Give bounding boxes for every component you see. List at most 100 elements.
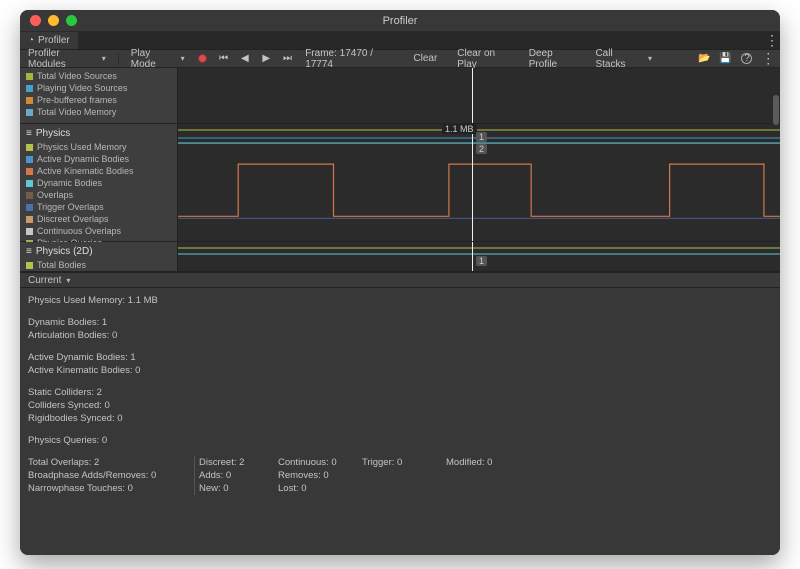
legend-item[interactable]: Trigger Overlaps xyxy=(20,201,177,213)
frame-next-button[interactable]: ▶ xyxy=(259,51,274,67)
frame-prev-button[interactable]: ◀ xyxy=(237,51,252,67)
color-swatch xyxy=(26,204,33,211)
legend-item[interactable]: Dynamic Bodies xyxy=(20,177,177,189)
stopwatch-icon: ◔ xyxy=(28,35,34,46)
row-narrowphase: Narrowphase Touches: 0 New: 0 Lost: 0 xyxy=(28,482,772,495)
legend-label: Playing Video Sources xyxy=(37,82,127,94)
color-swatch xyxy=(26,192,33,199)
legend-item[interactable]: Total Video Sources xyxy=(20,70,177,82)
next-icon: ▶ xyxy=(262,53,270,64)
color-swatch xyxy=(26,85,33,92)
physics-chart[interactable]: 1.1 MB 1 2 xyxy=(178,124,780,241)
legend-item[interactable]: Discreet Overlaps xyxy=(20,213,177,225)
chart-area: Total Video SourcesPlaying Video Sources… xyxy=(20,68,780,272)
legend-label: Total Video Memory xyxy=(37,106,116,118)
module-physics: ≡ Physics Physics Used MemoryActive Dyna… xyxy=(20,124,780,242)
tab-label: Profiler xyxy=(38,35,70,46)
video-legend: Total Video SourcesPlaying Video Sources… xyxy=(20,68,178,123)
color-swatch xyxy=(26,168,33,175)
prev-icon: ◀ xyxy=(241,53,249,64)
legend-label: Continuous Overlaps xyxy=(37,225,121,237)
legend-item[interactable]: Active Dynamic Bodies xyxy=(20,153,177,165)
legend-label: Active Kinematic Bodies xyxy=(37,165,134,177)
module-physics2d: ≡ Physics (2D) Total Bodies 1 xyxy=(20,242,780,272)
color-swatch xyxy=(26,228,33,235)
legend-item[interactable]: Total Video Memory xyxy=(20,106,177,118)
tab-menu-icon[interactable]: ⋮ xyxy=(764,32,780,49)
legend-label: Overlaps xyxy=(37,189,73,201)
help-icon: ? xyxy=(741,53,752,64)
legend-label: Dynamic Bodies xyxy=(37,177,102,189)
legend-label: Trigger Overlaps xyxy=(37,201,104,213)
memory-badge: 1.1 MB xyxy=(442,124,477,134)
legend-item[interactable]: Overlaps xyxy=(20,189,177,201)
record-button[interactable] xyxy=(195,51,210,67)
stat-articulation-bodies: Articulation Bodies: 0 xyxy=(28,329,772,342)
row-overlaps: Total Overlaps: 2 Discreet: 2 Continuous… xyxy=(28,456,772,469)
legend-item[interactable]: Continuous Overlaps xyxy=(20,225,177,237)
save-icon: 💾 xyxy=(719,53,731,64)
deep-profile-toggle[interactable]: Deep Profile xyxy=(525,48,586,70)
module-header[interactable]: ≡ Physics (2D) xyxy=(20,244,177,259)
legend-item[interactable]: Total Bodies xyxy=(20,259,177,271)
legend-label: Total Video Sources xyxy=(37,70,117,82)
physics2d-chart[interactable]: 1 xyxy=(178,242,780,271)
profiler-modules-dropdown[interactable]: Profiler Modules xyxy=(24,48,110,70)
help-button[interactable]: ? xyxy=(739,51,754,67)
color-swatch xyxy=(26,109,33,116)
current-dropdown[interactable]: Current xyxy=(24,275,74,286)
color-swatch xyxy=(26,156,33,163)
window-title: Profiler xyxy=(20,15,780,27)
mark-2: 2 xyxy=(476,144,487,154)
stat-physics-queries: Physics Queries: 0 xyxy=(28,434,772,447)
color-swatch xyxy=(26,73,33,80)
record-icon xyxy=(198,54,207,63)
frame-label: Frame: 17470 / 17774 xyxy=(301,48,403,70)
legend-label: Total Bodies xyxy=(37,259,86,271)
details-panel: Physics Used Memory: 1.1 MB Dynamic Bodi… xyxy=(20,288,780,555)
skip-end-icon: ⏭ xyxy=(283,53,292,64)
load-button[interactable]: 📂 xyxy=(697,51,712,67)
physics-icon: ≡ xyxy=(26,246,32,257)
stat-mem: Physics Used Memory: 1.1 MB xyxy=(28,294,772,307)
row-broadphase: Broadphase Adds/Removes: 0 Adds: 0 Remov… xyxy=(28,469,772,482)
toolbar: Profiler Modules Play Mode ⏮ ◀ ▶ ⏭ Frame… xyxy=(20,50,780,68)
clear-button[interactable]: Clear xyxy=(409,53,441,64)
playhead[interactable] xyxy=(472,124,473,241)
stat-static-colliders: Static Colliders: 2 xyxy=(28,386,772,399)
detail-header: Current xyxy=(20,272,780,288)
call-stacks-dropdown[interactable]: Call Stacks xyxy=(591,48,656,70)
legend-item[interactable]: Pre-buffered frames xyxy=(20,94,177,106)
playhead[interactable] xyxy=(472,242,473,271)
color-swatch xyxy=(26,262,33,269)
legend-item[interactable]: Physics Used Memory xyxy=(20,141,177,153)
stat-dynamic-bodies: Dynamic Bodies: 1 xyxy=(28,316,772,329)
stat-rigidbodies-synced: Rigidbodies Synced: 0 xyxy=(28,412,772,425)
profiler-window: Profiler ◔ Profiler ⋮ Profiler Modules P… xyxy=(20,10,780,555)
legend-item[interactable]: Active Kinematic Bodies xyxy=(20,165,177,177)
play-mode-dropdown[interactable]: Play Mode xyxy=(127,48,189,70)
tab-profiler[interactable]: ◔ Profiler xyxy=(20,32,79,49)
toolbar-menu-icon[interactable]: ⋮ xyxy=(761,50,776,67)
legend-label: Active Dynamic Bodies xyxy=(37,153,129,165)
module-header[interactable]: ≡ Physics xyxy=(20,126,177,141)
legend-label: Pre-buffered frames xyxy=(37,94,117,106)
frame-first-button[interactable]: ⏮ xyxy=(216,51,231,67)
stat-active-kinematic: Active Kinematic Bodies: 0 xyxy=(28,364,772,377)
color-swatch xyxy=(26,97,33,104)
save-button[interactable]: 💾 xyxy=(718,51,733,67)
color-swatch xyxy=(26,144,33,151)
skip-start-icon: ⏮ xyxy=(219,53,228,64)
clear-on-play-toggle[interactable]: Clear on Play xyxy=(453,48,518,70)
playhead[interactable] xyxy=(472,68,473,123)
titlebar: Profiler xyxy=(20,10,780,32)
scrollbar-thumb[interactable] xyxy=(773,95,779,125)
legend-item[interactable]: Playing Video Sources xyxy=(20,82,177,94)
open-icon: 📂 xyxy=(698,53,710,64)
module-video: Total Video SourcesPlaying Video Sources… xyxy=(20,68,780,124)
video-chart[interactable] xyxy=(178,68,780,123)
frame-last-button[interactable]: ⏭ xyxy=(280,51,295,67)
legend-label: Discreet Overlaps xyxy=(37,213,109,225)
legend-label: Physics Used Memory xyxy=(37,141,127,153)
stat-active-dynamic: Active Dynamic Bodies: 1 xyxy=(28,351,772,364)
